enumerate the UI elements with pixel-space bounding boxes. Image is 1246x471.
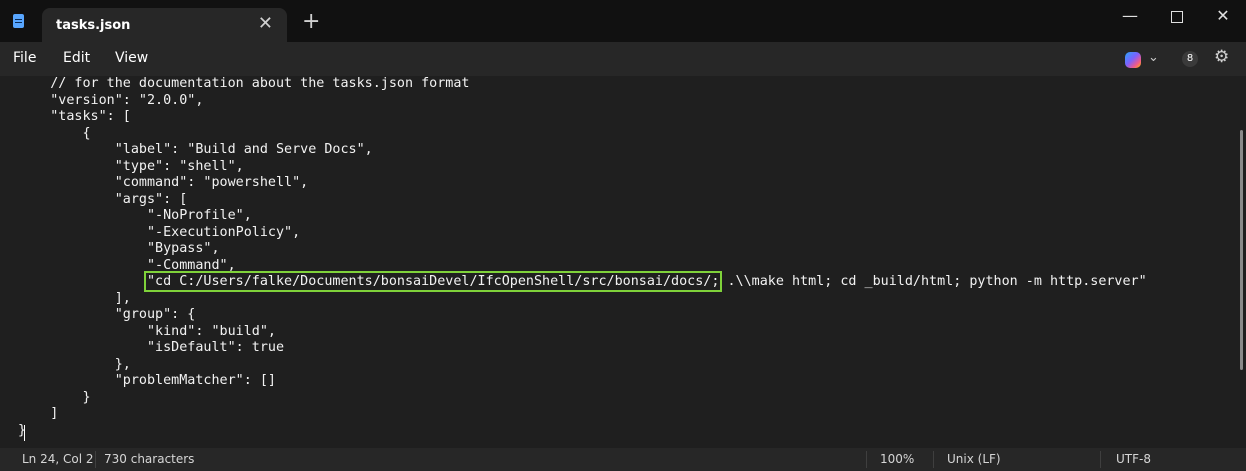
copilot-icon[interactable] [1125,52,1141,68]
code-line: "Bypass", [18,241,220,256]
code-line: "isDefault": true [18,340,285,355]
character-count: 730 characters [104,452,195,466]
text-caret [24,425,25,441]
text-editor[interactable]: // for the documentation about the tasks… [0,76,1240,444]
menu-file[interactable]: File [13,50,36,66]
command-remainder: .\\make html; cd _build/html; python -m … [719,274,1147,289]
cursor-position: Ln 24, Col 2 [22,452,94,466]
code-line: "type": "shell", [18,158,244,174]
status-divider [866,451,867,468]
menu-edit[interactable]: Edit [63,50,90,66]
code-line: // for the documentation about the tasks… [18,76,470,91]
zoom-level[interactable]: 100% [880,452,914,466]
code-line: "problemMatcher": [] [18,373,276,388]
code-line: "command": "powershell", [18,175,309,190]
close-window-button[interactable]: ✕ [1200,6,1246,30]
title-bar: tasks.json ✕ + — ✕ [0,0,1246,42]
code-line: { [18,125,91,141]
code-line: ] [18,406,59,421]
tab-tasks-json[interactable]: tasks.json ✕ [42,8,287,42]
code-line-command: "cd C:/Users/falke/Documents/bonsaiDevel… [18,271,1147,292]
maximize-button[interactable] [1154,6,1200,30]
close-tab-icon[interactable]: ✕ [258,14,273,34]
code-line: "version": "2.0.0", [18,92,204,108]
gear-icon[interactable]: ⚙ [1214,47,1229,67]
code-line: }, [18,356,131,372]
code-line: "args": [ [18,191,188,207]
status-divider [1100,451,1101,468]
account-icon[interactable]: 8 [1182,51,1198,67]
code-line: } [18,389,91,405]
tab-title: tasks.json [56,18,131,33]
line-ending[interactable]: Unix (LF) [947,452,1001,466]
vertical-scrollbar[interactable] [1240,130,1243,370]
code-line: "tasks": [ [18,109,131,124]
code-line: "-NoProfile", [18,208,252,223]
notepad-icon [13,14,24,28]
code-line: "label": "Build and Serve Docs", [18,142,373,157]
status-bar: Ln 24, Col 2 730 characters 100% Unix (L… [0,448,1246,471]
code-line: "kind": "build", [18,323,276,339]
code-line: "-ExecutionPolicy", [18,224,301,240]
code-line: "-Command", [18,257,236,273]
chevron-down-icon[interactable]: ⌄ [1148,50,1159,65]
menu-bar: File Edit View [0,42,1246,76]
status-divider [933,451,934,468]
status-divider [95,451,96,468]
encoding[interactable]: UTF-8 [1116,452,1151,466]
highlighted-path-box: "cd C:/Users/falke/Documents/bonsaiDevel… [143,271,723,292]
maximize-icon [1171,11,1183,23]
menu-view[interactable]: View [115,50,148,66]
new-tab-button[interactable]: + [302,11,320,33]
code-line: ], [18,290,131,306]
minimize-button[interactable]: — [1107,6,1153,30]
code-line: "group": { [18,307,196,322]
